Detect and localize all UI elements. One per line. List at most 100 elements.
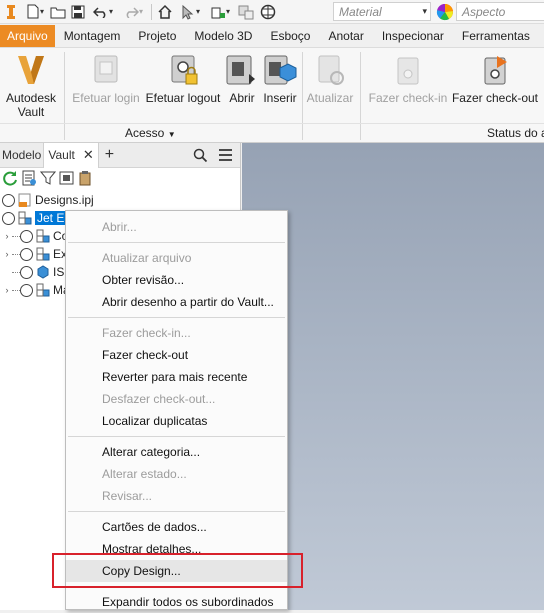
efetuar-login-button[interactable]: Efetuar login xyxy=(70,52,142,105)
ribbon-panel: Autodesk Vault Efetuar login Efetuar log… xyxy=(0,47,544,143)
tab-modelo-3d[interactable]: Modelo 3D xyxy=(185,25,261,47)
menu-item-abrir-desenho[interactable]: Abrir desenho a partir do Vault... xyxy=(66,291,287,313)
toolbar-divider xyxy=(151,3,152,20)
tab-modelo[interactable]: Modelo xyxy=(0,143,43,168)
status-circle-icon xyxy=(20,265,33,279)
assembly-icon xyxy=(36,247,50,261)
menu-item-desfazer-check-out[interactable]: Desfazer check-out... xyxy=(66,388,287,410)
menu-item-atualizar-arquivo[interactable]: Atualizar arquivo xyxy=(66,247,287,269)
menu-item-alterar-estado[interactable]: Alterar estado... xyxy=(66,463,287,485)
search-icon[interactable] xyxy=(193,148,208,166)
adjust-icon[interactable] xyxy=(235,2,257,22)
quick-access-toolbar: ▾ ▾ ▾ ▾ ▾ Material ▾ Aspecto xyxy=(0,0,544,24)
menu-item-obter-revisao[interactable]: Obter revisão... xyxy=(66,269,287,291)
tab-vault[interactable]: Vault ✕ xyxy=(43,142,99,168)
open-vault-icon xyxy=(225,52,259,88)
insert-label: Inserir xyxy=(263,91,297,105)
ribbon-tab-bar: Arquivo Montagem Projeto Modelo 3D Esboç… xyxy=(0,25,544,47)
appearance-combo[interactable]: Aspecto xyxy=(456,2,544,21)
tree-item-label: Jet E xyxy=(35,211,67,225)
status-circle-icon xyxy=(20,283,33,297)
tree-item-sub-2[interactable]: › Ex xyxy=(2,245,68,263)
tab-esboco[interactable]: Esboço xyxy=(261,25,319,47)
appearance-combo-text: Aspecto xyxy=(462,4,506,19)
open-folder-icon[interactable] xyxy=(48,2,68,22)
menu-item-abrir[interactable]: Abrir... xyxy=(66,216,287,238)
fazer-check-out-button[interactable]: Fazer check-out xyxy=(451,52,539,105)
highlight-box xyxy=(52,553,303,588)
inserir-button[interactable]: Inserir xyxy=(262,52,298,105)
menu-separator xyxy=(68,511,285,512)
vault-status-icon[interactable] xyxy=(21,170,37,189)
refresh-icon[interactable] xyxy=(2,170,18,189)
tab-arquivo[interactable]: Arquivo xyxy=(0,25,55,47)
find-in-window-icon[interactable] xyxy=(59,170,75,189)
part-icon xyxy=(36,265,50,279)
tree-item-sub-4[interactable]: › Ma xyxy=(2,281,70,299)
save-icon[interactable] xyxy=(68,2,88,22)
panel-access-text: Acesso xyxy=(125,126,165,140)
menu-item-reverter[interactable]: Reverter para mais recente xyxy=(66,366,287,388)
chevron-right-icon[interactable]: › xyxy=(2,231,12,241)
chevron-right-icon[interactable]: › xyxy=(2,249,12,259)
tab-projeto[interactable]: Projeto xyxy=(129,25,185,47)
project-file-icon xyxy=(18,193,32,207)
vault-button-label: Autodesk Vault xyxy=(5,91,57,119)
tree-item-sub-3[interactable]: IS xyxy=(2,263,64,281)
menu-item-cartoes-de-dados[interactable]: Cartões de dados... xyxy=(66,516,287,538)
menu-icon[interactable] xyxy=(218,148,233,165)
tree-item-project[interactable]: Designs.ipj xyxy=(2,191,94,209)
menu-item-revisar[interactable]: Revisar... xyxy=(66,485,287,507)
tab-anotar[interactable]: Anotar xyxy=(319,25,372,47)
check-out-icon xyxy=(478,52,512,88)
menu-separator xyxy=(68,436,285,437)
tree-item-assembly[interactable]: Jet E xyxy=(2,209,67,227)
color-override-icon[interactable]: ▾ xyxy=(205,2,235,22)
chevron-right-icon[interactable]: › xyxy=(2,285,12,295)
select-mode-icon[interactable]: ▾ xyxy=(175,2,205,22)
undo-icon[interactable]: ▾ xyxy=(88,2,118,22)
atualizar-button[interactable]: Atualizar xyxy=(304,52,356,105)
fazer-check-in-button[interactable]: Fazer check-in xyxy=(366,52,450,105)
assembly-icon xyxy=(36,283,50,297)
efetuar-logout-button[interactable]: Efetuar logout xyxy=(144,52,222,105)
app-logo-icon[interactable] xyxy=(0,2,22,22)
home-icon[interactable] xyxy=(155,2,175,22)
clipboard-icon[interactable] xyxy=(78,170,92,189)
material-combo-text: Material xyxy=(339,4,382,19)
materials-sphere-icon[interactable] xyxy=(257,2,279,22)
appearance-color-wheel-icon xyxy=(435,2,455,22)
tab-montagem[interactable]: Montagem xyxy=(55,25,130,47)
browser-toolbar xyxy=(0,168,240,190)
chevron-down-icon: ▼ xyxy=(167,130,176,139)
menu-item-fazer-check-in[interactable]: Fazer check-in... xyxy=(66,322,287,344)
menu-separator xyxy=(68,242,285,243)
insert-vault-icon xyxy=(263,52,297,88)
menu-item-alterar-categoria[interactable]: Alterar categoria... xyxy=(66,441,287,463)
tab-vault-label: Vault xyxy=(48,148,75,162)
status-circle-icon xyxy=(2,211,15,225)
tab-ferramentas[interactable]: Ferramentas xyxy=(453,25,539,47)
chevron-down-icon: ▾ xyxy=(422,6,427,16)
new-file-icon[interactable]: ▾ xyxy=(22,2,48,22)
refresh-label: Atualizar xyxy=(306,91,354,105)
close-icon[interactable]: ✕ xyxy=(83,147,94,163)
tree-item-sub-1[interactable]: › Co xyxy=(2,227,69,245)
panel-label-acesso[interactable]: Acesso ▼ xyxy=(125,126,176,140)
autodesk-vault-button[interactable]: Autodesk Vault xyxy=(2,52,60,119)
tree-item-label: Designs.ipj xyxy=(35,193,94,207)
add-tab-icon[interactable]: + xyxy=(99,143,116,168)
status-circle-icon xyxy=(2,193,15,207)
login-icon xyxy=(89,52,123,88)
check-in-label: Fazer check-in xyxy=(368,91,448,105)
tab-inspecionar[interactable]: Inspecionar xyxy=(373,25,453,47)
menu-item-localizar-duplicatas[interactable]: Localizar duplicatas xyxy=(66,410,287,432)
panel-divider xyxy=(64,52,65,140)
filter-icon[interactable] xyxy=(39,170,57,189)
menu-item-fazer-check-out[interactable]: Fazer check-out xyxy=(66,344,287,366)
abrir-button[interactable]: Abrir xyxy=(224,52,260,105)
check-in-icon xyxy=(391,52,425,88)
material-combo[interactable]: Material ▾ xyxy=(333,2,431,21)
redo-icon[interactable]: ▾ xyxy=(118,2,148,22)
assembly-icon xyxy=(18,211,32,225)
